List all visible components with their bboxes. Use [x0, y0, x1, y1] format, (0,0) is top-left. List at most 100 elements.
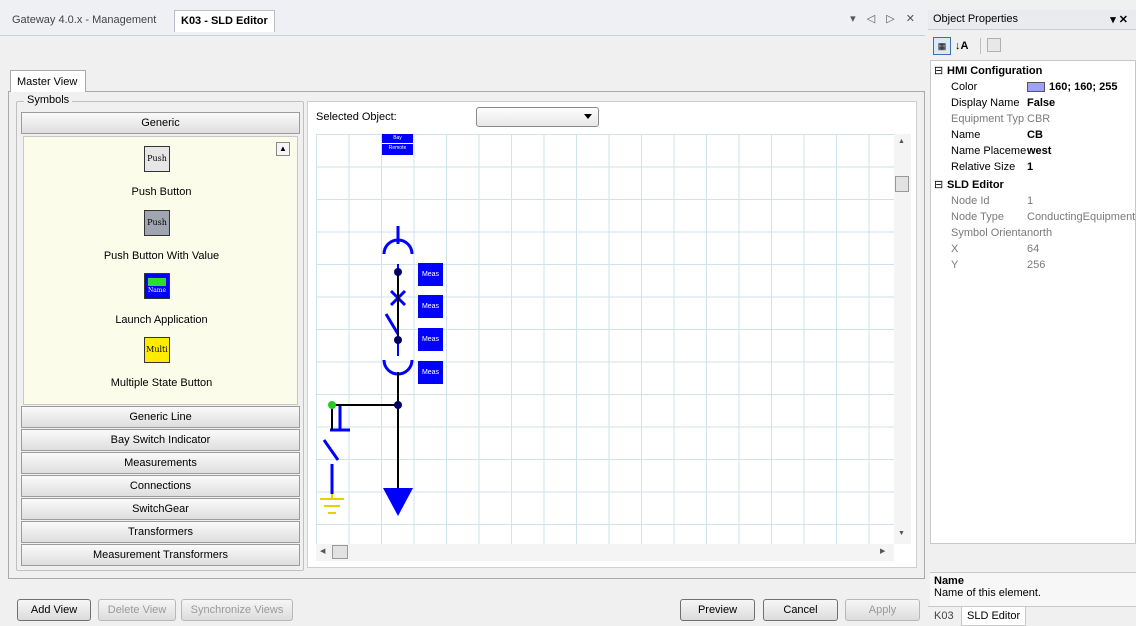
description-text: Name of this element.: [934, 587, 1041, 599]
category-connections[interactable]: Connections: [21, 475, 300, 497]
tab-gateway-management[interactable]: Gateway 4.0.x - Management: [6, 10, 162, 32]
launch-application-icon[interactable]: Name: [144, 273, 170, 299]
property-value: CBR: [1027, 113, 1051, 125]
property-name: Relative Size: [951, 161, 1016, 173]
alphabetical-sort-icon[interactable]: ↓A: [955, 37, 973, 55]
launch-app-green-bar: [148, 278, 166, 286]
property-description: Name Name of this element.: [930, 572, 1136, 606]
category-transformers[interactable]: Transformers: [21, 521, 300, 543]
delete-view-button[interactable]: Delete View: [98, 599, 176, 621]
property-row-node-id[interactable]: Node Id 1: [931, 193, 1136, 209]
properties-window-controls[interactable]: ▾ ✕: [1110, 13, 1128, 26]
scroll-left-arrow-icon[interactable]: ◀: [320, 547, 325, 555]
property-row-name-placement[interactable]: Name Placeme west: [931, 143, 1136, 159]
property-name: Color: [951, 81, 978, 93]
property-row-display-name[interactable]: Display Name False: [931, 95, 1136, 111]
collapse-icon[interactable]: ⊟: [934, 63, 943, 79]
tab-k03[interactable]: K03: [934, 610, 954, 622]
category-sld-editor[interactable]: ⊟ SLD Editor: [931, 177, 1136, 193]
property-name: Display Name: [951, 97, 1020, 109]
breaker-blade: [384, 313, 400, 335]
document-tab-strip: Gateway 4.0.x - Management K03 - SLD Edi…: [0, 0, 925, 36]
symbol-label-push-button: Push Button: [131, 186, 192, 198]
category-measurement-transformers[interactable]: Measurement Transformers: [21, 544, 300, 566]
vertical-scroll-thumb[interactable]: [895, 176, 909, 192]
measurement-box[interactable]: Meas: [418, 361, 443, 384]
tab-master-view[interactable]: Master View: [10, 70, 86, 92]
property-name: Node Type: [951, 211, 1005, 223]
property-row-equipment-type[interactable]: Equipment Typ CBR: [931, 111, 1136, 127]
property-row-relative-size[interactable]: Relative Size 1: [931, 159, 1136, 175]
cancel-button[interactable]: Cancel: [763, 599, 838, 621]
push-button-value-icon[interactable]: Push: [144, 210, 170, 236]
property-grid: ⊟ HMI Configuration Color 160; 160; 255 …: [930, 60, 1136, 544]
scroll-right-arrow-icon[interactable]: ▶: [880, 547, 885, 555]
property-name: Name Placeme: [951, 145, 1027, 157]
property-row-color[interactable]: Color 160; 160; 255: [931, 79, 1136, 95]
property-value: False: [1027, 97, 1056, 109]
sld-drawing-grid[interactable]: Bay Remote Meas Meas Meas Meas: [316, 134, 894, 544]
push-button-icon[interactable]: Push: [144, 146, 170, 172]
category-hmi-configuration[interactable]: ⊟ HMI Configuration: [931, 63, 1136, 79]
selected-object-dropdown[interactable]: [476, 107, 599, 127]
vertical-scrollbar[interactable]: ▲ ▼: [894, 134, 911, 544]
measurement-box[interactable]: Meas: [418, 328, 443, 351]
property-value: north: [1027, 227, 1053, 239]
measurement-box[interactable]: Meas: [418, 295, 443, 318]
property-name: Equipment Typ: [951, 113, 1025, 125]
preview-button[interactable]: Preview: [680, 599, 755, 621]
property-row-name[interactable]: Name CB: [931, 127, 1136, 143]
node-2: [394, 336, 402, 344]
measurement-box[interactable]: Meas: [418, 263, 443, 286]
property-value: 256: [1027, 259, 1046, 271]
property-row-x[interactable]: X 64: [931, 241, 1136, 257]
scroll-up-arrow-icon[interactable]: ▲: [898, 138, 905, 145]
node-selected: [328, 401, 336, 409]
category-bay-switch-indicator[interactable]: Bay Switch Indicator: [21, 429, 300, 451]
category-generic-line[interactable]: Generic Line: [21, 406, 300, 428]
property-row-node-type[interactable]: Node Type ConductingEquipment: [931, 209, 1136, 225]
add-view-button[interactable]: Add View: [17, 599, 91, 621]
tab-sld-editor[interactable]: K03 - SLD Editor: [174, 10, 275, 32]
description-title: Name: [934, 575, 964, 587]
scroll-up-icon[interactable]: ▲: [276, 142, 290, 156]
earth-switch-blade: [322, 439, 340, 461]
toolbar-separator: [980, 38, 981, 54]
apply-button[interactable]: Apply: [845, 599, 920, 621]
category-switchgear[interactable]: SwitchGear: [21, 498, 300, 520]
property-name: Symbol Orienta: [951, 227, 1027, 239]
synchronize-views-button[interactable]: Synchronize Views: [181, 599, 293, 621]
properties-toolbar: ▦ ↓A: [930, 32, 1136, 60]
property-value: west: [1027, 145, 1052, 157]
property-value: CB: [1027, 129, 1043, 141]
node-3: [394, 401, 402, 409]
scroll-down-arrow-icon[interactable]: ▼: [898, 530, 905, 537]
property-value: 160; 160; 255: [1049, 81, 1118, 93]
category-measurements[interactable]: Measurements: [21, 452, 300, 474]
property-row-y[interactable]: Y 256: [931, 257, 1136, 273]
multi-state-button-icon[interactable]: Multi: [144, 337, 170, 363]
ground-symbol-icon: [320, 494, 344, 514]
property-name: X: [951, 243, 959, 255]
property-pages-icon[interactable]: [987, 38, 1001, 52]
collapse-icon[interactable]: ⊟: [934, 177, 943, 193]
tab-controls[interactable]: ▾ ◁ ▷ ✕: [850, 12, 919, 25]
properties-title-bar: Object Properties ▾ ✕: [928, 10, 1136, 30]
property-row-symbol-orientation[interactable]: Symbol Orienta north: [931, 225, 1136, 241]
property-value: 1: [1027, 195, 1034, 207]
property-value: 64: [1027, 243, 1040, 255]
disconnector-bottom-arc: [382, 359, 414, 376]
selected-object-label: Selected Object:: [316, 111, 397, 123]
chevron-down-icon: [584, 114, 592, 119]
symbol-label-push-button-with-value: Push Button With Value: [103, 250, 220, 262]
single-line-diagram[interactable]: [316, 134, 894, 544]
load-arrow-icon: [383, 488, 413, 516]
property-name: Name: [951, 129, 981, 141]
horizontal-scrollbar[interactable]: ◀ ▶: [316, 544, 894, 561]
tab-sld-editor-bottom[interactable]: SLD Editor: [961, 607, 1027, 626]
generic-symbols-list: ▲ Push Push Button Push Push Button With…: [23, 136, 298, 405]
category-generic[interactable]: Generic: [21, 112, 300, 134]
categorized-view-icon[interactable]: ▦: [933, 37, 951, 55]
horizontal-scroll-thumb[interactable]: [332, 545, 348, 559]
symbol-label-multiple-state-button: Multiple State Button: [110, 377, 213, 389]
